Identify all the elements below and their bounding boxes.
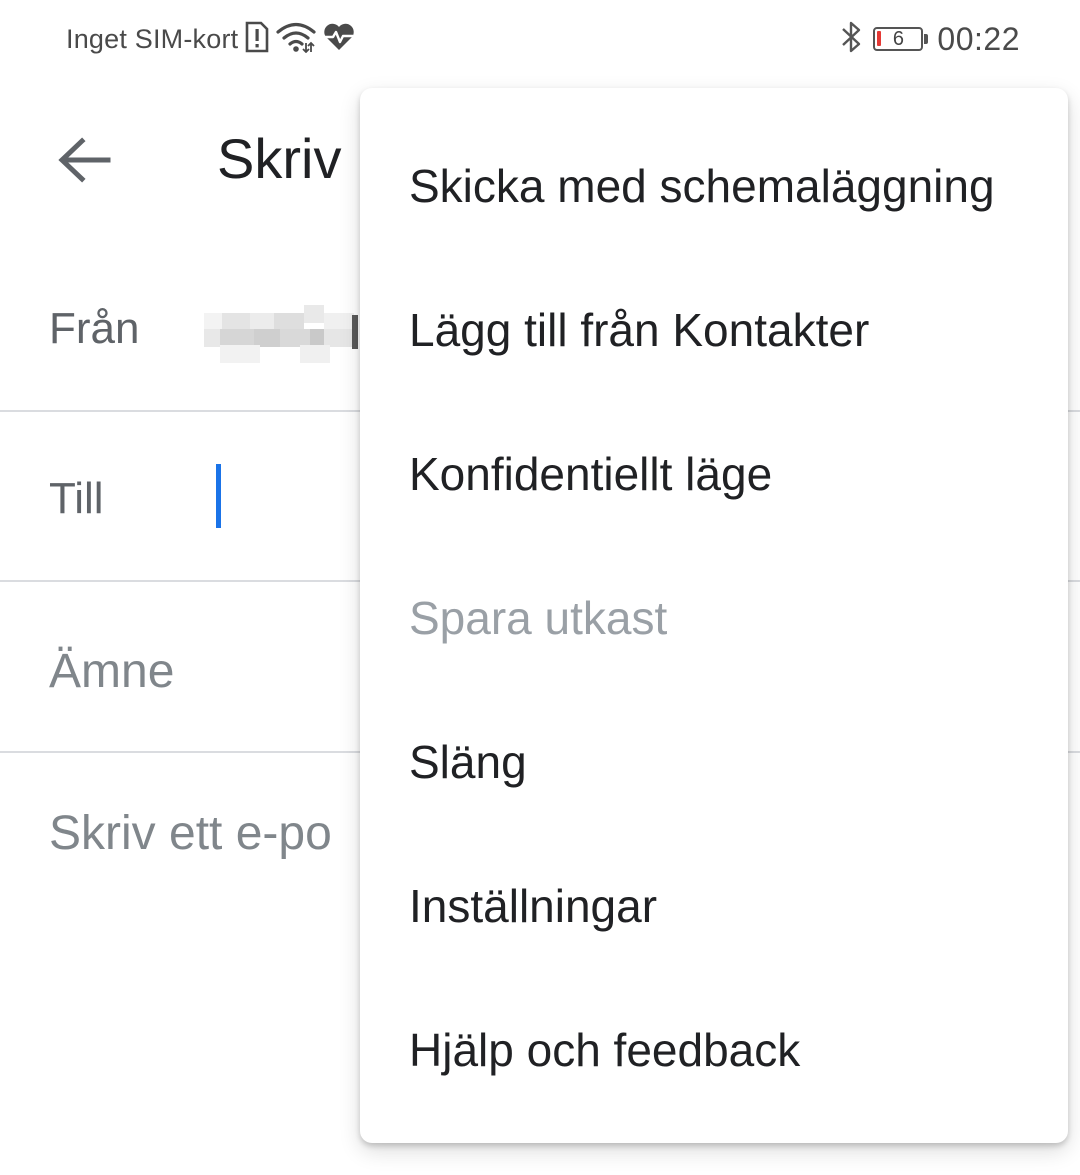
- status-right: 6 00:22: [839, 20, 1020, 58]
- overflow-menu: Skicka med schemaläggning Lägg till från…: [360, 88, 1068, 1143]
- menu-item-help-feedback[interactable]: Hjälp och feedback: [360, 978, 1068, 1122]
- carrier-label: Inget SIM-kort: [66, 23, 239, 54]
- status-bar: Inget SIM-kort 6 00:22: [0, 0, 1080, 78]
- arrow-back-icon: [58, 137, 111, 183]
- to-label: Till: [49, 474, 104, 523]
- battery-level: 6: [892, 28, 904, 50]
- from-account-redacted[interactable]: [204, 305, 364, 363]
- sim-alert-icon: [244, 21, 270, 58]
- from-label: Från: [49, 304, 140, 353]
- menu-item-schedule-send[interactable]: Skicka med schemaläggning: [360, 114, 1068, 258]
- to-input-cursor[interactable]: [216, 464, 221, 528]
- body-field[interactable]: Skriv ett e-po: [49, 806, 332, 861]
- menu-item-discard[interactable]: Släng: [360, 690, 1068, 834]
- bluetooth-icon: [839, 20, 863, 59]
- menu-item-settings[interactable]: Inställningar: [360, 834, 1068, 978]
- page-title: Skriv: [217, 127, 342, 190]
- back-button[interactable]: [46, 124, 122, 196]
- wifi-icon: [276, 21, 316, 58]
- status-left: Inget SIM-kort: [66, 20, 356, 58]
- subject-field[interactable]: Ämne: [49, 644, 174, 699]
- battery-icon: 6: [873, 27, 929, 51]
- status-clock: 00:22: [937, 20, 1020, 57]
- compose-screen: Inget SIM-kort 6 00:22 Skriv Från Till Ä…: [0, 0, 1080, 1175]
- menu-item-save-draft: Spara utkast: [409, 592, 668, 644]
- menu-item-confidential-mode[interactable]: Konfidentiellt läge: [360, 402, 1068, 546]
- health-heart-icon: [322, 22, 356, 57]
- menu-item-add-from-contacts[interactable]: Lägg till från Kontakter: [360, 258, 1068, 402]
